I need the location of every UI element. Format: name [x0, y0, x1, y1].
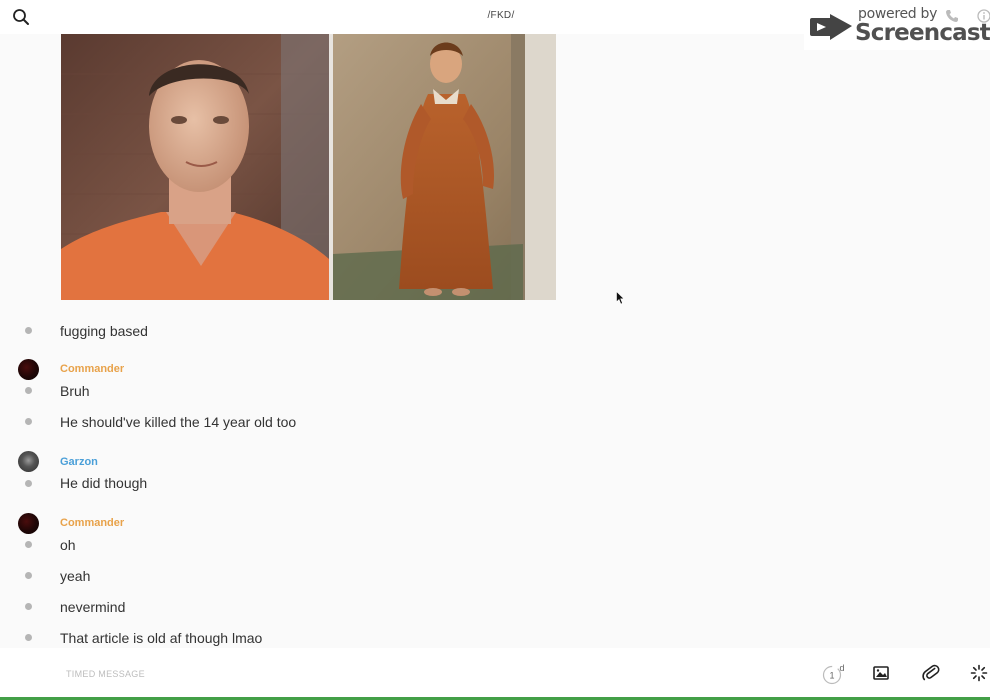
- message-text: That article is old af though lmao: [60, 630, 263, 646]
- sparkle-icon: [970, 664, 988, 682]
- message-bullet: [25, 634, 32, 641]
- screencastify-logo-icon: [810, 14, 852, 40]
- timer-icon: 1 d: [822, 663, 845, 685]
- timer-unit: d: [839, 664, 844, 673]
- paperclip-icon: [922, 664, 940, 681]
- message-bullet: [25, 603, 32, 610]
- message-text: fugging based: [60, 323, 148, 339]
- phone-icon[interactable]: [945, 9, 959, 23]
- message-text: He should've killed the 14 year old too: [60, 414, 297, 430]
- info-icon[interactable]: [977, 9, 990, 23]
- message-text: Bruh: [60, 383, 90, 399]
- message-bullet: [25, 327, 32, 334]
- sender-name[interactable]: Commander: [60, 363, 124, 375]
- timer-value: 1: [829, 671, 834, 681]
- message-input[interactable]: [66, 664, 766, 684]
- photo-child-standing: [333, 34, 556, 300]
- message-text: yeah: [60, 568, 91, 584]
- avatar-commander[interactable]: [18, 359, 39, 380]
- more-options-button[interactable]: [970, 664, 990, 684]
- message-bullet: [25, 572, 32, 579]
- mouse-cursor-icon: [616, 291, 625, 305]
- screencastify-watermark: powered by Screencastify: [804, 0, 990, 50]
- timer-button[interactable]: 1 d: [822, 663, 845, 685]
- send-image-button[interactable]: [872, 664, 892, 684]
- message-bullet: [25, 480, 32, 487]
- message-text: oh: [60, 537, 76, 553]
- watermark-brand: Screencastify: [855, 20, 990, 46]
- message-text: He did though: [60, 475, 148, 491]
- photo-man-in-orange: [61, 34, 329, 300]
- attach-file-button[interactable]: [922, 664, 942, 684]
- sender-name[interactable]: Commander: [60, 517, 124, 529]
- avatar-garzon[interactable]: [18, 451, 39, 472]
- message-bullet: [25, 418, 32, 425]
- avatar-commander[interactable]: [18, 513, 39, 534]
- message-text: nevermind: [60, 599, 126, 615]
- sender-name[interactable]: Garzon: [60, 456, 98, 468]
- image-icon: [873, 666, 889, 680]
- message-bullet: [25, 387, 32, 394]
- shared-photo[interactable]: [61, 34, 556, 300]
- message-bullet: [25, 541, 32, 548]
